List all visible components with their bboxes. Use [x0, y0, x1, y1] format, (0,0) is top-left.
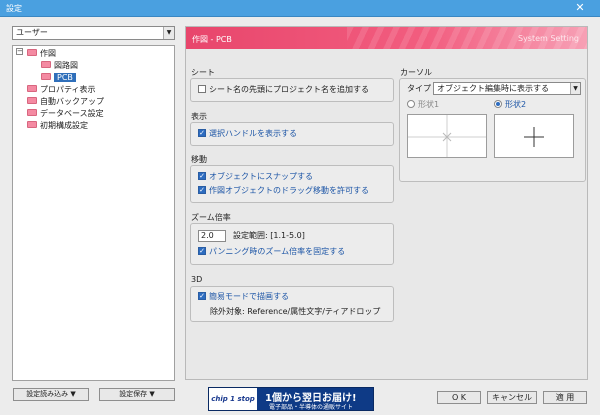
panel-subtitle: System Setting: [517, 34, 579, 43]
section-sheet-label: シート: [191, 68, 215, 77]
chip1stop-logo: chip 1 stop: [209, 388, 257, 410]
checkbox-label: 作図オブジェクトのドラッグ移動を許可する: [209, 186, 369, 195]
cursor-type-select[interactable]: オブジェクト編集時に表示する ▼: [433, 82, 581, 95]
ad-banner[interactable]: chip 1 stop 1個から翌日お届け! 電子部品・半導体の通販サイト: [208, 387, 374, 411]
apply-button[interactable]: 適 用: [543, 391, 587, 404]
section-3d-label: 3D: [191, 275, 203, 284]
cursor-type-value: オブジェクト編集時に表示する: [437, 84, 549, 93]
tree-item-property-display[interactable]: プロパティ表示: [27, 84, 96, 95]
drag-move-checkbox[interactable]: ✓ 作図オブジェクトのドラッグ移動を許可する: [198, 185, 369, 196]
simple-mode-checkbox[interactable]: ✓ 簡易モードで描画する: [198, 291, 289, 302]
folder-icon: [41, 73, 51, 80]
3d-group: ✓ 簡易モードで描画する 除外対象: Reference/属性文字/ティアドロップ: [190, 286, 394, 322]
tree-item-label: PCB: [54, 73, 76, 82]
display-group: ✓ 選択ハンドルを表示する: [190, 122, 394, 146]
zoom-factor-input[interactable]: 2.0: [198, 230, 226, 242]
category-select[interactable]: ユーザー ▼: [12, 26, 175, 40]
ok-button[interactable]: O K: [437, 391, 481, 404]
close-icon[interactable]: ✕: [568, 1, 592, 15]
tree-item-label: 作図: [40, 49, 56, 58]
save-settings-button[interactable]: 設定保存 ▼: [99, 388, 175, 401]
crosshair-small-icon: [524, 127, 544, 147]
snap-checkbox[interactable]: ✓ オブジェクトにスナップする: [198, 171, 313, 182]
shape2-radio[interactable]: 形状2: [494, 99, 527, 110]
load-settings-button[interactable]: 設定読み込み ▼: [13, 388, 89, 401]
tree-item-label: 図路図: [54, 61, 78, 70]
window-title: 設定: [6, 4, 22, 13]
sheet-group: シート名の先頭にプロジェクト名を追加する: [190, 78, 394, 102]
checkbox-checked-icon: ✓: [198, 171, 206, 180]
sheet-prefix-checkbox[interactable]: シート名の先頭にプロジェクト名を追加する: [198, 84, 369, 95]
ad-subline: 電子部品・半導体の通販サイト: [269, 404, 354, 411]
folder-icon: [41, 61, 51, 68]
tree-item-pcb[interactable]: PCB: [41, 72, 76, 83]
category-select-value: ユーザー: [16, 28, 48, 37]
panel-header: 作図 - PCB System Setting: [186, 27, 587, 49]
zoom-range-label: 設定範囲: [1.1-5.0]: [233, 231, 305, 240]
chevron-down-icon[interactable]: ▼: [570, 83, 580, 94]
checkbox-label: 選択ハンドルを表示する: [209, 129, 297, 138]
folder-icon: [27, 85, 37, 92]
folder-icon: [27, 49, 37, 56]
cancel-button[interactable]: キャンセル: [487, 391, 537, 404]
section-zoom-label: ズーム倍率: [191, 213, 231, 222]
tree-item-label: 初期構成設定: [40, 121, 88, 130]
radio-label: 形状1: [418, 100, 440, 109]
panel-title: 作図 - PCB: [192, 35, 232, 44]
crosshair-large-icon: [408, 115, 486, 157]
tree-item-sakuzu[interactable]: 作図: [27, 48, 56, 59]
section-display-label: 表示: [191, 112, 207, 121]
cursor-group: タイプ オブジェクト編集時に表示する ▼ 形状1 形状2: [399, 78, 586, 182]
shape1-radio[interactable]: 形状1: [407, 99, 440, 110]
tree-collapse-icon[interactable]: −: [16, 48, 23, 55]
tree-item-database[interactable]: データベース設定: [27, 108, 104, 119]
section-cursor-label: カーソル: [400, 68, 432, 77]
tree-item-auto-backup[interactable]: 自動バックアップ: [27, 96, 104, 107]
settings-panel: 作図 - PCB System Setting シート シート名の先頭にプロジェ…: [185, 26, 588, 380]
show-handles-checkbox[interactable]: ✓ 選択ハンドルを表示する: [198, 128, 297, 139]
checkbox-label: パンニング時のズーム倍率を固定する: [209, 247, 346, 256]
folder-icon: [27, 109, 37, 116]
radio-selected-icon: [494, 99, 502, 108]
folder-icon: [27, 121, 37, 128]
section-move-label: 移動: [191, 155, 207, 164]
cursor-shape2-preview[interactable]: [494, 114, 574, 158]
checkbox-checked-icon: ✓: [198, 128, 206, 137]
tree-item-schematic[interactable]: 図路図: [41, 60, 78, 71]
tree-item-initial-config[interactable]: 初期構成設定: [27, 120, 88, 131]
zoom-group: 2.0 設定範囲: [1.1-5.0] ✓ パンニング時のズーム倍率を固定する: [190, 223, 394, 265]
move-group: ✓ オブジェクトにスナップする ✓ 作図オブジェクトのドラッグ移動を許可する: [190, 165, 394, 203]
checkbox-label: 簡易モードで描画する: [209, 292, 289, 301]
exclude-targets-label: 除外対象: Reference/属性文字/ティアドロップ: [210, 307, 381, 316]
checkbox-checked-icon: ✓: [198, 246, 206, 255]
checkbox-checked-icon: ✓: [198, 291, 206, 300]
checkbox-checked-icon: ✓: [198, 185, 206, 194]
tree-item-label: データベース設定: [40, 109, 104, 118]
settings-window: ユーザー ▼ − 作図 図路図 PCB プロパティ表示 自動バックアップ データ…: [0, 17, 600, 415]
fixed-zoom-checkbox[interactable]: ✓ パンニング時のズーム倍率を固定する: [198, 246, 346, 257]
tree-item-label: プロパティ表示: [40, 85, 96, 94]
checkbox-icon: [198, 84, 206, 93]
radio-icon: [407, 99, 415, 108]
window-titlebar: 設定 ✕: [0, 0, 600, 17]
checkbox-label: オブジェクトにスナップする: [209, 172, 313, 181]
cursor-type-label: タイプ: [407, 84, 431, 93]
cursor-shape1-preview[interactable]: [407, 114, 487, 158]
chevron-down-icon[interactable]: ▼: [163, 27, 174, 39]
settings-tree: − 作図 図路図 PCB プロパティ表示 自動バックアップ データベース設定 初…: [12, 45, 175, 381]
tree-item-label: 自動バックアップ: [40, 97, 104, 106]
radio-label: 形状2: [505, 100, 527, 109]
folder-icon: [27, 97, 37, 104]
checkbox-label: シート名の先頭にプロジェクト名を追加する: [209, 85, 369, 94]
